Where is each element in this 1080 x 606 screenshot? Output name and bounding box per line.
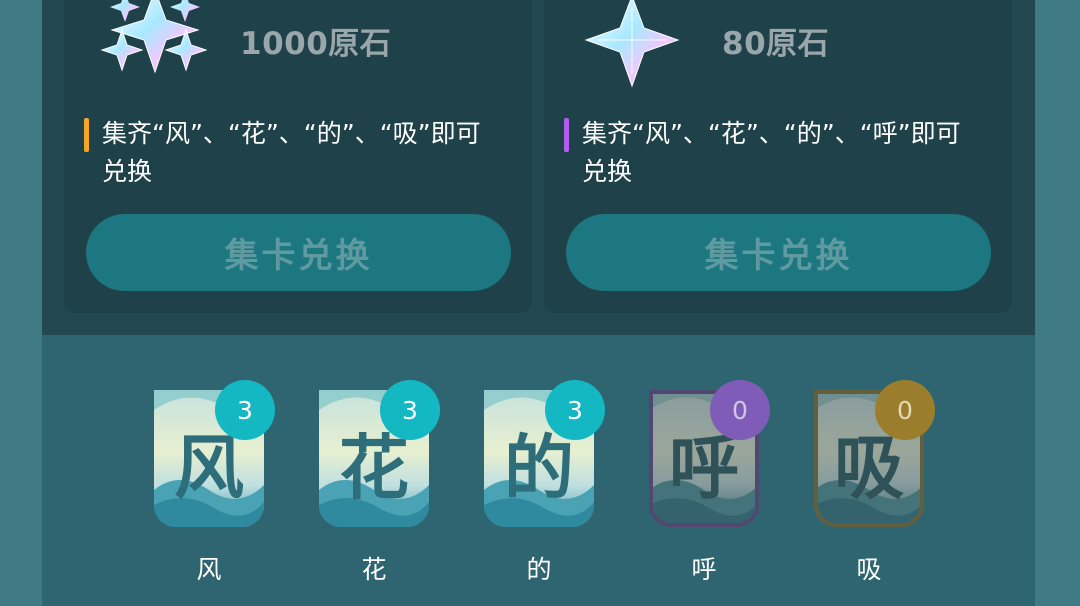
reward-area: 1000原石 集齐“风”、“花”、“的”、“吸”即可 兑换 集卡兑换 80原石 … — [42, 0, 1035, 335]
redeem-button[interactable]: 集卡兑换 — [86, 214, 511, 291]
description-line-2: 兑换 — [582, 157, 633, 186]
tile-label: 花 — [361, 555, 387, 584]
primogem-cluster-icon — [100, 0, 208, 74]
card-description: 集齐“风”、“花”、“的”、“呼”即可 兑换 — [564, 115, 984, 191]
card-title: 1000原石 — [240, 26, 392, 62]
accent-bar — [84, 118, 89, 152]
count-badge: 3 — [380, 380, 440, 440]
count-badge: 3 — [545, 380, 605, 440]
card-tile-hua[interactable]: 花 3 花 — [319, 380, 440, 584]
card-tile-hu[interactable]: 呼 0 呼 — [649, 380, 770, 584]
reward-card-80: 80原石 集齐“风”、“花”、“的”、“呼”即可 兑换 集卡兑换 — [544, 0, 1012, 313]
card-title: 80原石 — [722, 26, 830, 62]
reward-card-1000: 1000原石 集齐“风”、“花”、“的”、“吸”即可 兑换 集卡兑换 — [64, 0, 532, 313]
redeem-button[interactable]: 集卡兑换 — [566, 214, 991, 291]
accent-bar — [564, 118, 569, 152]
tile-label: 吸 — [856, 555, 882, 584]
description-line-1: 集齐“风”、“花”、“的”、“吸”即可 — [102, 119, 481, 148]
count-badge: 3 — [215, 380, 275, 440]
card-tile-de[interactable]: 的 3 的 — [484, 380, 605, 584]
count-badge: 0 — [710, 380, 770, 440]
card-tile-xi[interactable]: 吸 0 吸 — [814, 380, 935, 584]
tile-label: 风 — [196, 555, 222, 584]
description-line-2: 兑换 — [102, 157, 153, 186]
card-tile-feng[interactable]: 风 3 风 — [154, 380, 275, 584]
card-description: 集齐“风”、“花”、“的”、“吸”即可 兑换 — [84, 115, 504, 191]
tile-label: 的 — [526, 555, 552, 584]
primogem-icon — [584, 0, 680, 88]
main-panel: 1000原石 集齐“风”、“花”、“的”、“吸”即可 兑换 集卡兑换 80原石 … — [42, 0, 1035, 606]
tile-label: 呼 — [691, 555, 717, 584]
count-badge: 0 — [875, 380, 935, 440]
description-line-1: 集齐“风”、“花”、“的”、“呼”即可 — [582, 119, 961, 148]
